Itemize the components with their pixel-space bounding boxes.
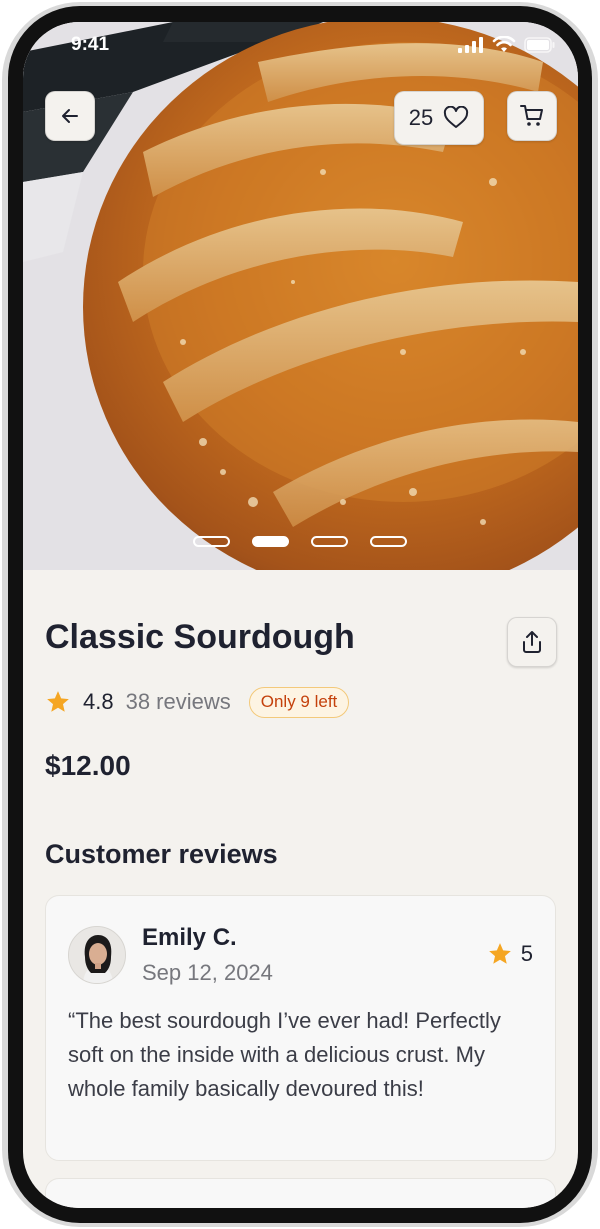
review-rating-value: 5 [520,941,533,966]
wifi-icon [492,36,516,52]
product-image-carousel[interactable]: 9:41 25 [23,22,578,570]
review-text: “The best sourdough I’ve ever had! Perfe… [68,1008,501,1101]
reviews-section-title: Customer reviews [45,839,278,869]
carousel-dot[interactable] [311,536,348,547]
avatar [68,926,126,984]
share-button[interactable] [507,617,557,667]
heart-icon [444,106,469,128]
share-icon [523,631,541,653]
product-title: Classic Sourdough [45,618,355,656]
carousel-dot[interactable] [193,536,230,547]
review-card: Emily C. Sep 12, 2024 5 “The best sourdo… [45,895,556,1161]
review-card-next [45,1178,556,1208]
review-date: Sep 12, 2024 [142,960,273,985]
rating-row: 4.8 38 reviews Only 9 left [45,686,350,718]
reviewer-photo [69,927,125,983]
battery-icon [524,36,555,53]
review-count-link[interactable]: 38 reviews [126,689,231,715]
star-icon [488,943,511,964]
cart-icon [520,105,543,126]
status-time: 9:41 [71,34,110,55]
cellular-signal-icon [458,36,483,53]
stock-badge: Only 9 left [248,686,350,718]
sourdough-bread-image [23,22,578,570]
back-button[interactable] [45,91,95,141]
product-price: $12.00 [45,750,131,781]
review-rating: 5 [487,941,533,967]
arrow-left-icon [62,109,78,123]
rating-value: 4.8 [83,689,114,714]
carousel-dot[interactable] [370,536,407,547]
app-screen: 9:41 25 Classic Sourdough 4.8 38 reviews… [23,22,578,1208]
star-icon [47,691,69,712]
reviewer-name: Emily C. [142,924,237,951]
like-count: 25 [408,105,434,130]
carousel-indicators [193,536,407,547]
like-button[interactable]: 25 [394,91,484,145]
status-bar: 9:41 [23,22,578,70]
status-icons [458,36,556,53]
carousel-dot-active[interactable] [252,536,289,547]
cart-button[interactable] [507,91,557,141]
